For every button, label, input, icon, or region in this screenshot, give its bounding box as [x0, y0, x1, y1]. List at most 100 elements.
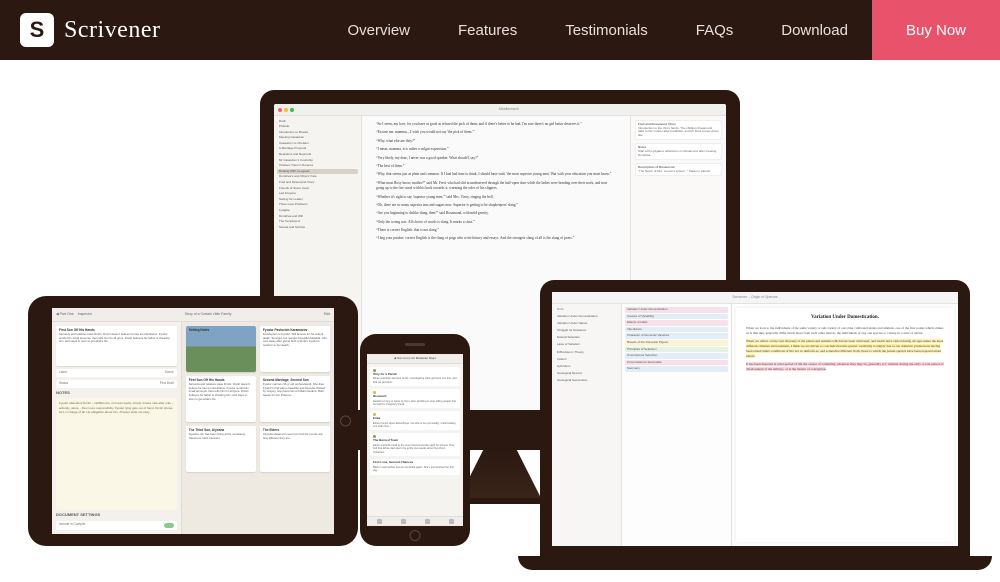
- card-body: Ethan bumps down Erika Bayer, his wife t…: [373, 422, 456, 428]
- binder-item[interactable]: Laws of Variation: [555, 342, 618, 348]
- iphone-card[interactable]: Only for a ParishEthan and Edie ask thei…: [370, 367, 460, 386]
- binder-item[interactable]: Three Love Problems: [277, 203, 358, 208]
- binder-item[interactable]: Geological Succession: [555, 378, 618, 384]
- ipad-inspector-label[interactable]: Inspector: [78, 312, 92, 316]
- outline-row[interactable]: Breeds of the Domestic Pigeon: [625, 340, 728, 346]
- binder-item[interactable]: Chettam Tries in Florence: [277, 164, 358, 169]
- outline-row[interactable]: Principles of Selection: [625, 347, 728, 353]
- traffic-max-icon[interactable]: [290, 108, 294, 112]
- binder-item[interactable]: A Marriage Proposal: [277, 147, 358, 152]
- corkboard-card[interactable]: The EldersAlyosha pleased to see how fon…: [260, 426, 330, 472]
- ipad-doc-title: Story of a Certain Little Family: [96, 312, 320, 316]
- outline-row[interactable]: Summary: [625, 366, 728, 372]
- iphone-home-button[interactable]: [410, 530, 421, 541]
- corkboard-card[interactable]: Setting Notes: [186, 326, 256, 372]
- binder-item[interactable]: Lydgate: [277, 209, 358, 214]
- ipad-synopsis-card[interactable]: First Son Off His Hands Servants and rel…: [56, 326, 177, 366]
- mac-window-title: Middlemarch: [296, 107, 722, 111]
- editor-paragraph: “So I seem, my love, for you have as goo…: [376, 122, 616, 127]
- binder-item[interactable]: Dorothea and Will: [277, 214, 358, 219]
- binder-item[interactable]: Reactions and Reproofs: [277, 153, 358, 158]
- laptop-outline[interactable]: Variation Under Domestication Causes of …: [622, 304, 732, 546]
- binder-item[interactable]: Dorothea's and Others' Fate: [277, 175, 358, 180]
- buy-now-button[interactable]: Buy Now: [872, 0, 1000, 60]
- outline-row[interactable]: Inheritance: [625, 327, 728, 333]
- binder-item[interactable]: Struggle for Existence: [555, 328, 618, 334]
- iphone-card[interactable]: ErikaEthan bumps down Erika Bayer, his w…: [370, 411, 460, 430]
- iphone-card[interactable]: ResearchDetails to bring to Janet by 5pm…: [370, 389, 460, 408]
- binder-item[interactable]: Variation Under Domestication: [555, 314, 618, 320]
- corkboard-card[interactable]: Second Marriage, Second SonFyodor marrie…: [260, 376, 330, 422]
- binder-item[interactable]: Introduction to Brooke: [277, 130, 358, 135]
- ipad-include-compile[interactable]: Include in Compile: [56, 521, 177, 530]
- card-body: Introduction to Fyodor. Still famous for…: [263, 332, 327, 347]
- card-body: Servants and relatives raise Dmitri. Dmi…: [189, 382, 250, 401]
- laptop-binder[interactable]: Draft Variation Under Domestication Vari…: [552, 304, 622, 546]
- brand-logo[interactable]: S Scrivener: [20, 13, 160, 47]
- outline-row[interactable]: Effects of Habit: [625, 320, 728, 326]
- binder-item[interactable]: Variation Under Nature: [555, 321, 618, 327]
- binder-item[interactable]: Mr Casaubon's Courtship: [277, 158, 358, 163]
- device-ipad: ◀ Part One Inspector Story of a Certain …: [28, 296, 358, 546]
- iphone-card[interactable]: The Burned TownEthan and Edie head to th…: [370, 433, 460, 456]
- nav-overview[interactable]: Overview: [323, 0, 434, 60]
- traffic-min-icon[interactable]: [284, 108, 288, 112]
- tab-icon[interactable]: [425, 519, 430, 524]
- editor-paragraph: “The best of them.”: [376, 164, 616, 169]
- ipad-inspector-pane: First Son Off His Hands Servants and rel…: [52, 322, 182, 534]
- tab-icon[interactable]: [377, 519, 382, 524]
- outline-row[interactable]: Circumstances favourable: [625, 360, 728, 366]
- ipad-edit-button[interactable]: Edit: [324, 312, 330, 316]
- corkboard-card[interactable]: Fyodor Pavlovich KaramazovIntroduction t…: [260, 326, 330, 372]
- binder-item[interactable]: Fred and Rosamond Vincy: [277, 181, 358, 186]
- binder-item[interactable]: Friends of Stone Court: [277, 186, 358, 191]
- iphone-card[interactable]: First Love, Second ChancesBack in town E…: [370, 459, 460, 475]
- ipad-status-field[interactable]: Status First Draft: [56, 380, 177, 388]
- toggle-icon[interactable]: [164, 523, 174, 528]
- tab-icon[interactable]: [401, 519, 406, 524]
- outline-row[interactable]: Unconscious Selection: [625, 353, 728, 359]
- laptop-base: [518, 556, 992, 570]
- corkboard-card[interactable]: The Third Son, AlyoshaAlyosha, 20, has b…: [186, 426, 256, 472]
- card-title: Only for a Parish: [373, 373, 457, 377]
- nav-download[interactable]: Download: [757, 0, 872, 60]
- extra-body: “The flower of Mrs. Lemon's school...” T…: [638, 169, 711, 173]
- ipad-home-button[interactable]: [340, 416, 351, 427]
- binder-item[interactable]: Natural Selection: [555, 335, 618, 341]
- binder-item-selected[interactable]: Dealing With a Legend: [277, 169, 358, 174]
- nav-faqs[interactable]: FAQs: [672, 0, 758, 60]
- binder-item[interactable]: Instinct: [555, 357, 618, 363]
- inspector-synopsis[interactable]: Fred and Rosamond Vincy Introduction to …: [635, 120, 722, 140]
- laptop-editor-page[interactable]: Variation Under Domestication. When we l…: [736, 308, 954, 542]
- inspector-extra[interactable]: Description of Rosamond “The flower of M…: [635, 163, 722, 176]
- ipad-back-button[interactable]: ◀ Part One: [56, 312, 74, 316]
- corkboard-card[interactable]: First Son Off His HandsServants and rela…: [186, 376, 256, 422]
- inspector-notes[interactable]: Notes Start with Lydgate's reflections o…: [635, 143, 722, 160]
- binder-item[interactable]: Geological Record: [555, 371, 618, 377]
- nav-testimonials[interactable]: Testimonials: [541, 0, 672, 60]
- iphone-tabbar: [367, 516, 463, 526]
- binder-item[interactable]: Difficulties in Theory: [555, 350, 618, 356]
- binder-item[interactable]: Casaubon vs Chettam: [277, 141, 358, 146]
- outline-row[interactable]: Variation Under Domestication: [625, 307, 728, 313]
- ipad-label-field[interactable]: Label Scene: [56, 369, 177, 377]
- outline-row[interactable]: Causes of Variability: [625, 314, 728, 320]
- traffic-close-icon[interactable]: [278, 108, 282, 112]
- iphone-speaker: [405, 343, 425, 346]
- binder-item[interactable]: Draft: [277, 119, 358, 124]
- outline-row[interactable]: Character of Domestic Varieties: [625, 333, 728, 339]
- binder-item[interactable]: The Templetons: [277, 220, 358, 225]
- binder-item[interactable]: Sunset and Sunrise: [277, 225, 358, 230]
- binder-item[interactable]: Setting for Leader: [277, 197, 358, 202]
- card-title: Setting Notes: [189, 328, 253, 332]
- binder-item[interactable]: Meeting Casaubon: [277, 136, 358, 141]
- ipad-notes-body[interactable]: Fyodor abandons Dmitri – indifference, n…: [56, 398, 177, 510]
- iphone-corkboard[interactable]: Only for a ParishEthan and Edie ask thei…: [367, 364, 463, 516]
- tab-icon[interactable]: [449, 519, 454, 524]
- nav-features[interactable]: Features: [434, 0, 541, 60]
- binder-item[interactable]: Lad Forgone: [277, 192, 358, 197]
- iphone-back[interactable]: ◀ Manuscript: [394, 357, 412, 361]
- binder-item[interactable]: Hybridism: [555, 364, 618, 370]
- binder-item[interactable]: Prelude: [277, 125, 358, 130]
- ipad-corkboard[interactable]: Setting Notes Fyodor Pavlovich Karamazov…: [182, 322, 334, 534]
